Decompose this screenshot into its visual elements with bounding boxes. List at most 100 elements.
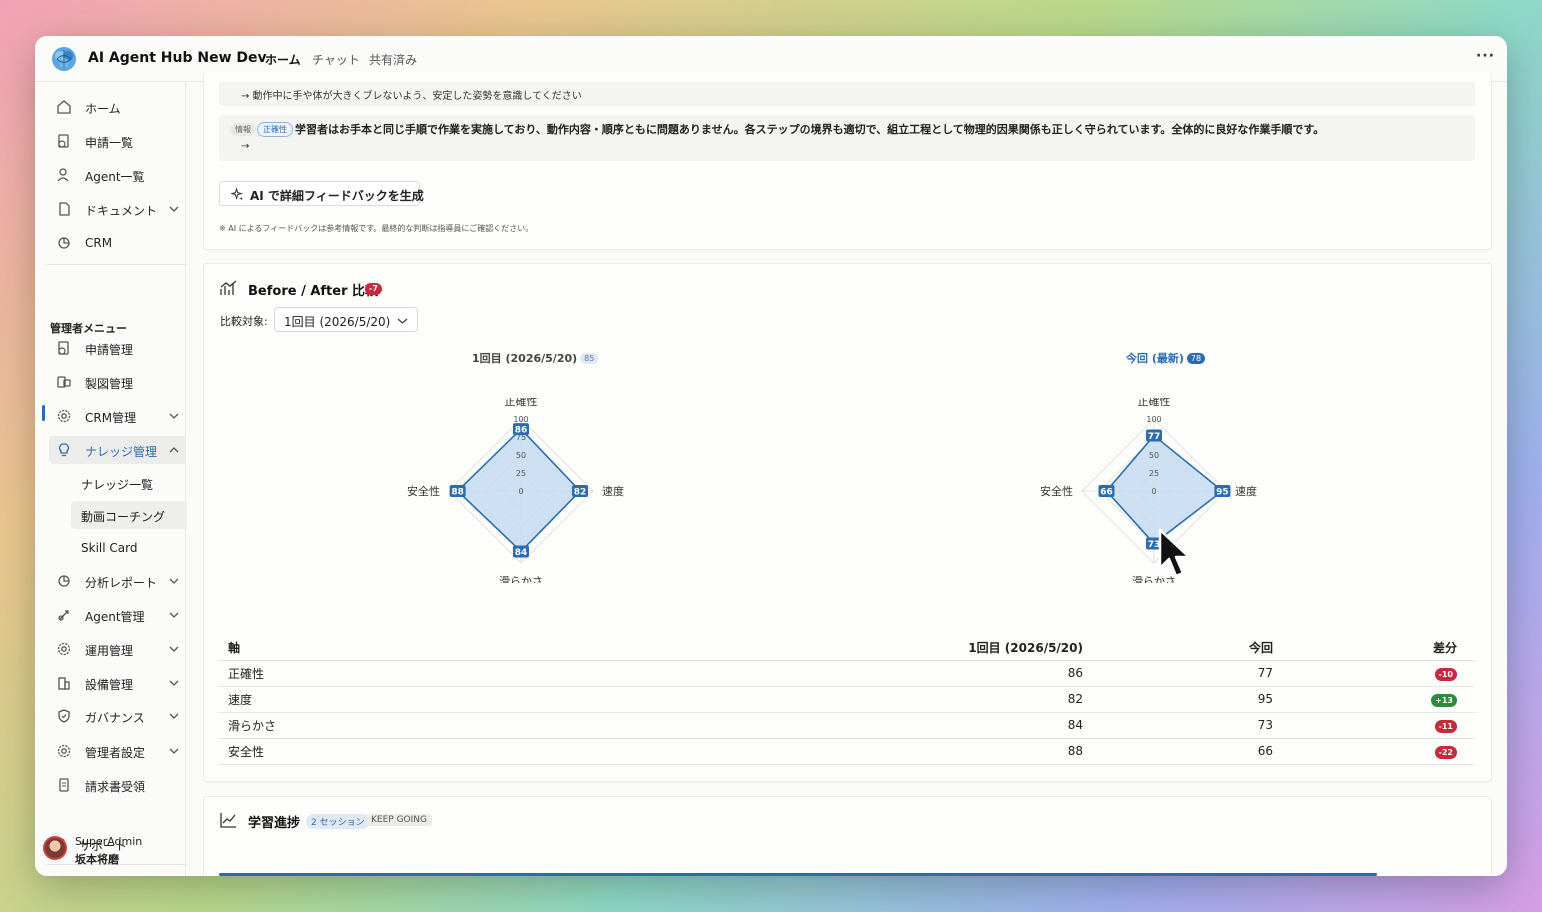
chevron-up-icon bbox=[169, 447, 179, 453]
sidebar-subitem-label: 動画コーチング bbox=[81, 510, 166, 524]
sidebar-item-analytics[interactable]: 分析レポート bbox=[35, 567, 186, 595]
disclaimer-note: ※ AI によるフィードバックは参考情報です。最終的な判断は指導員にご確認くださ… bbox=[219, 224, 534, 233]
sidebar-item-requests[interactable]: 申請一覧 bbox=[35, 127, 186, 155]
table-row: 滑らかさ 84 73 -11 bbox=[219, 712, 1475, 739]
progress-title: 学習進捗 bbox=[248, 816, 301, 831]
status-tag: KEEP GOING bbox=[366, 814, 432, 826]
sidebar-subitem-label: ナレッジ一覧 bbox=[81, 478, 154, 492]
cell-before: 88 bbox=[715, 738, 1095, 765]
request-list-icon bbox=[58, 134, 69, 148]
info-tag: 情報 bbox=[230, 123, 256, 136]
sidebar-subitem-video-coaching[interactable]: 動画コーチング bbox=[71, 501, 187, 529]
radar-value-label: 77 bbox=[1148, 432, 1161, 442]
brain-logo-icon[interactable] bbox=[49, 44, 79, 74]
sidebar-item-crm-management[interactable]: CRM管理 bbox=[35, 402, 186, 430]
sidebar-item-admin-settings[interactable]: 管理者設定 bbox=[35, 737, 186, 765]
gear-icon bbox=[57, 642, 71, 656]
column-header-axis: 軸 bbox=[219, 636, 715, 661]
sidebar-item-crm[interactable]: CRM bbox=[35, 229, 186, 257]
sidebar-item-home[interactable]: ホーム bbox=[35, 93, 186, 121]
request-manage-icon bbox=[58, 341, 69, 355]
category-tag: 正確性 bbox=[257, 122, 293, 137]
progress-card bbox=[203, 796, 1492, 876]
radar-value-label: 66 bbox=[1100, 488, 1113, 498]
cell-axis: 速度 bbox=[219, 686, 715, 713]
tab-chat[interactable]: チャット bbox=[312, 51, 360, 68]
sidebar-divider bbox=[47, 264, 185, 265]
radar-axis-label: 正確性 bbox=[505, 398, 538, 408]
app-title: AI Agent Hub New Dev bbox=[88, 50, 267, 66]
generate-feedback-button[interactable]: AI で詳細フィードバックを生成 bbox=[219, 181, 424, 206]
diff-badge: -22 bbox=[1434, 745, 1457, 759]
sidebar-item-request-management[interactable]: 申請管理 bbox=[35, 334, 186, 362]
sidebar-item-drafting[interactable]: 製図管理 bbox=[35, 368, 186, 396]
sidebar-item-label: 管理者設定 bbox=[85, 746, 146, 760]
arrow-right-icon: → bbox=[241, 141, 250, 152]
avatar[interactable] bbox=[43, 836, 67, 860]
diff-badge: +13 bbox=[1431, 693, 1457, 707]
cell-now: 77 bbox=[1095, 660, 1285, 687]
sidebar: ホーム 申請一覧 Agent一覧 ドキュメント CRM 管理者メニュー 申請管理… bbox=[35, 82, 187, 876]
cell-axis: 正確性 bbox=[219, 660, 715, 687]
rocket-icon bbox=[58, 610, 69, 621]
sidebar-item-invoice[interactable]: 請求書受領 bbox=[35, 771, 186, 799]
analytics-icon bbox=[58, 575, 70, 587]
radar-tick-label: 25 bbox=[1149, 469, 1159, 478]
more-horizontal-icon[interactable]: ··· bbox=[1476, 48, 1495, 64]
active-indicator bbox=[42, 405, 45, 421]
diff-badge: -10 bbox=[1434, 667, 1457, 681]
sidebar-subitem-label: Skill Card bbox=[81, 541, 138, 555]
sidebar-item-knowledge[interactable]: ナレッジ管理 bbox=[49, 436, 186, 464]
sidebar-item-label: 申請管理 bbox=[85, 343, 134, 357]
sidebar-item-facilities[interactable]: 設備管理 bbox=[35, 669, 186, 697]
column-header-before: 1回目 (2026/5/20) bbox=[715, 636, 1095, 661]
radar-tick-label: 50 bbox=[1149, 451, 1159, 460]
compare-target-label: 比較対象: bbox=[220, 315, 268, 328]
sidebar-item-label: 請求書受領 bbox=[85, 780, 146, 794]
column-header-diff: 差分 bbox=[1285, 636, 1475, 661]
building-icon bbox=[58, 677, 70, 690]
gear-icon bbox=[57, 409, 71, 423]
radar-value-label: 88 bbox=[451, 488, 464, 498]
sidebar-item-label: Agent管理 bbox=[85, 610, 145, 624]
radar-tick-label: 0 bbox=[518, 487, 523, 496]
mouse-cursor-icon bbox=[1158, 528, 1191, 578]
radar-chart-before: 025507510086828488正確性速度滑らかさ安全性 bbox=[407, 398, 624, 583]
radar-right-title-text: 今回 (最新) bbox=[1126, 352, 1184, 365]
sidebar-item-label: 申請一覧 bbox=[85, 136, 134, 150]
cell-now: 95 bbox=[1095, 686, 1285, 713]
radar-tick-label: 100 bbox=[1146, 415, 1161, 424]
table-header-row: 軸 1回目 (2026/5/20) 今回 差分 bbox=[219, 636, 1475, 661]
column-header-now: 今回 bbox=[1095, 636, 1285, 661]
radar-right-title: 今回 (最新) 78 bbox=[1126, 350, 1206, 366]
comparison-title: Before / After 比較 bbox=[248, 284, 379, 299]
chevron-down-icon bbox=[169, 748, 179, 754]
sidebar-item-agent-management[interactable]: Agent管理 bbox=[35, 601, 186, 629]
gear-icon bbox=[57, 744, 71, 758]
radar-left-score: 85 bbox=[580, 353, 599, 364]
sidebar-item-governance[interactable]: ガバナンス bbox=[35, 702, 186, 730]
chevron-down-icon bbox=[169, 646, 179, 652]
compare-target-value: 1回目 (2026/5/20) bbox=[284, 315, 391, 329]
compare-target-select[interactable]: 1回目 (2026/5/20) bbox=[274, 307, 418, 332]
comparison-table: 軸 1回目 (2026/5/20) 今回 差分 正確性 86 77 -10 速度… bbox=[219, 636, 1475, 765]
tab-home[interactable]: ホーム bbox=[265, 51, 301, 68]
sidebar-item-documents[interactable]: ドキュメント bbox=[35, 195, 186, 223]
chevron-down-icon bbox=[169, 713, 179, 719]
tab-shared[interactable]: 共有済み bbox=[369, 51, 417, 68]
generate-feedback-label: AI で詳細フィードバックを生成 bbox=[250, 189, 424, 203]
sidebar-subitem-skill-card[interactable]: Skill Card bbox=[71, 534, 187, 562]
cell-before: 84 bbox=[715, 712, 1095, 739]
feedback-info-text: 学習者はお手本と同じ手順で作業を実施しており、動作内容・順序ともに問題ありません… bbox=[295, 123, 1325, 136]
radar-axis-label: 安全性 bbox=[407, 484, 440, 498]
trend-up-icon bbox=[220, 813, 236, 828]
user-name: 坂本将磨 bbox=[75, 853, 119, 866]
sidebar-item-agents[interactable]: Agent一覧 bbox=[35, 161, 186, 189]
sidebar-item-operations[interactable]: 運用管理 bbox=[35, 635, 186, 663]
sidebar-subitem-knowledge-list[interactable]: ナレッジ一覧 bbox=[71, 469, 187, 497]
score-diff-badge: -7 bbox=[365, 283, 382, 295]
user-role: SuperAdmin bbox=[75, 835, 143, 848]
radar-axis-label: 正確性 bbox=[1138, 398, 1171, 408]
radar-left-title-text: 1回目 (2026/5/20) bbox=[472, 352, 578, 365]
radar-value-label: 82 bbox=[574, 488, 587, 498]
